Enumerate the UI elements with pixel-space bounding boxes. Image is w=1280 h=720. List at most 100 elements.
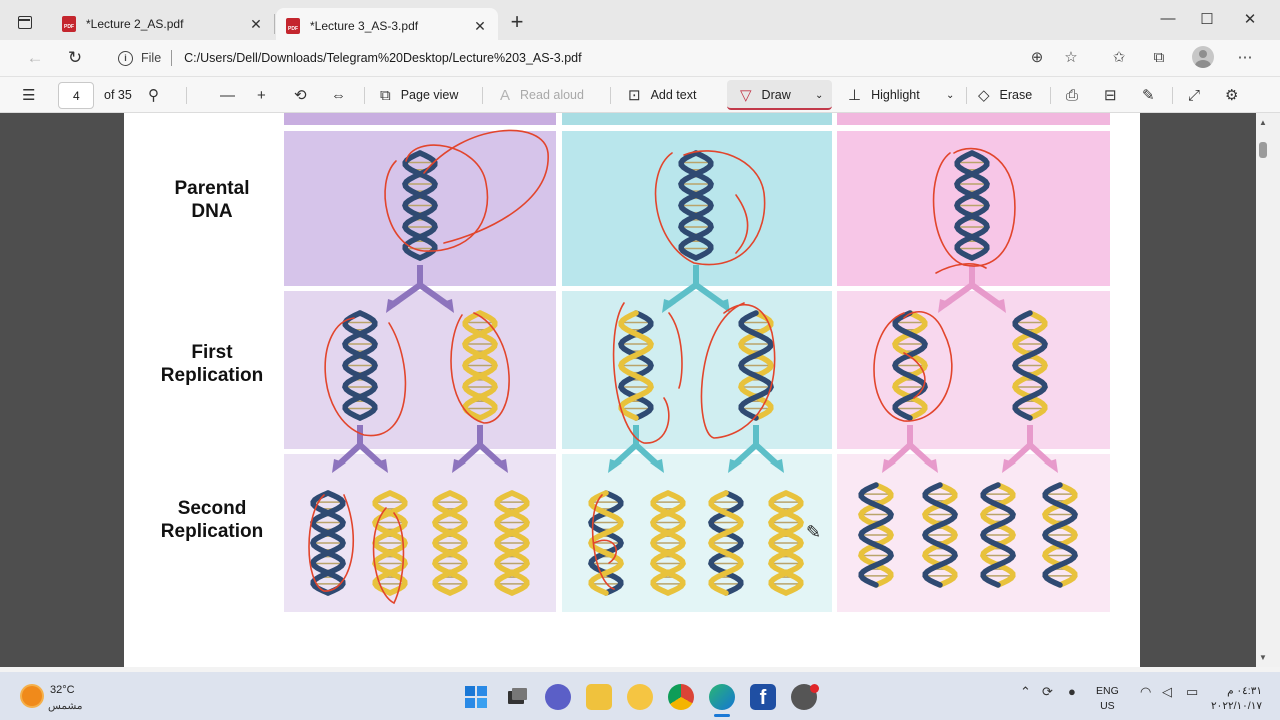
search-button[interactable]: ⚲ [148, 77, 169, 113]
column-header-strip [562, 113, 832, 125]
pdf-viewport[interactable]: Parental DNA First Replication Second Replica… [0, 113, 1256, 667]
weather-description[interactable]: مشمس [48, 700, 82, 712]
page-view-button[interactable]: ⧉ Page view [380, 77, 458, 113]
scroll-down-arrow-icon[interactable]: ▼ [1259, 653, 1267, 662]
toolbar-separator [364, 87, 365, 104]
read-aloud-button[interactable]: A Read aloud [500, 77, 584, 113]
save-icon: ⊟ [1104, 87, 1117, 104]
eraser-icon: ◇ [978, 87, 990, 104]
active-app-indicator [714, 714, 730, 717]
highlight-options-chevron[interactable]: ⌄ [946, 77, 954, 113]
more-options-icon[interactable]: ⋯ [1234, 48, 1256, 68]
minimize-button[interactable]: — [1155, 10, 1181, 30]
printer-icon: ⎙ [1066, 86, 1079, 104]
close-window-button[interactable]: ✕ [1237, 10, 1263, 30]
page-view-label: Page view [400, 88, 459, 102]
facebook-icon[interactable]: f [750, 684, 776, 710]
figure-cell [837, 291, 1110, 449]
file-explorer-icon[interactable] [586, 684, 612, 710]
back-arrow-icon[interactable]: ← [24, 48, 46, 68]
plus-icon: + [257, 86, 266, 104]
scroll-thumb[interactable] [1259, 142, 1267, 158]
language-indicator[interactable]: ENG US [1096, 684, 1119, 714]
tab-divider [274, 14, 275, 34]
print-button[interactable]: ⎙ [1066, 77, 1088, 113]
add-favorite-icon[interactable]: ☆ [1060, 48, 1082, 68]
lang-region: US [1100, 700, 1115, 712]
page-total: of 35 [104, 88, 132, 102]
battery-icon[interactable]: ▭ [1186, 684, 1198, 700]
save-button[interactable]: ⊟ [1104, 77, 1127, 113]
rotate-button[interactable]: ⟲ [294, 77, 317, 113]
clock[interactable]: ٠٤:٣١ م ٢٠٢٢/١٠/١٧ [1210, 684, 1262, 714]
pdf-file-icon: PDF [62, 16, 76, 32]
scheme-label: File [141, 51, 162, 65]
teams-chat-icon[interactable] [545, 684, 571, 710]
toolbar-separator [966, 87, 967, 104]
zoom-in-button[interactable]: + [257, 77, 276, 113]
task-view-icon[interactable] [504, 684, 530, 710]
url-text[interactable]: C:/Users/Dell/Downloads/Telegram%20Deskt… [184, 51, 581, 65]
save-as-icon: ✎ [1142, 87, 1155, 104]
erase-label: Erase [999, 88, 1033, 102]
tab-title: *Lecture 3_AS-3.pdf [310, 19, 419, 33]
clock-date: ٢٠٢٢/١٠/١٧ [1211, 700, 1262, 712]
sync-icon[interactable]: ⟳ [1042, 684, 1053, 700]
draw-button[interactable]: ▽ Draw [740, 77, 791, 113]
maximize-button[interactable]: ☐ [1194, 10, 1220, 30]
pdf-toolbar: ☰ 4 of 35 ⚲ — + ⟲ ⇔ ⧉ Page view A Read alo… [0, 76, 1280, 113]
new-tab-button[interactable]: + [506, 11, 528, 34]
start-windows-icon[interactable] [463, 684, 489, 710]
add-text-button[interactable]: ⊡ Add text [628, 77, 696, 113]
close-tab-icon[interactable]: ✕ [248, 16, 264, 33]
toolbar-separator [1050, 87, 1051, 104]
tab-lecture-2[interactable]: PDF *Lecture 2_AS.pdf ✕ [52, 8, 274, 40]
read-aloud-icon: A [500, 86, 511, 104]
sun-icon[interactable] [22, 686, 42, 706]
lang-code: ENG [1096, 685, 1119, 697]
profile-avatar[interactable] [1192, 46, 1214, 68]
zoom-out-button[interactable]: — [220, 77, 245, 113]
vertical-scrollbar[interactable] [1256, 113, 1280, 667]
address-field[interactable]: i File C:/Users/Dell/Downloads/Telegram%… [104, 43, 1094, 73]
tab-lecture-3[interactable]: PDF *Lecture 3_AS-3.pdf ✕ [276, 8, 498, 44]
gear-icon: ⚙ [1225, 87, 1239, 104]
column-header-strip [284, 113, 556, 125]
pdf-file-icon: PDF [286, 18, 300, 34]
info-icon[interactable]: i [118, 50, 133, 66]
close-tab-icon[interactable]: ✕ [472, 18, 488, 35]
read-aloud-label: Read aloud [520, 88, 584, 102]
favorites-icon[interactable]: ✩ [1108, 48, 1130, 68]
microphone-icon[interactable]: ● [1068, 684, 1076, 699]
fit-page-button[interactable]: ⇔ [331, 77, 356, 113]
dna-replication-figure: ParentalDNAFirstReplicationSecondReplica… [161, 113, 1110, 612]
weather-temperature[interactable]: 32°C [50, 684, 75, 696]
pencil-cursor-icon: ✎ [806, 522, 821, 543]
contents-button[interactable]: ☰ [22, 77, 45, 113]
clock-time: ٠٤:٣١ م [1227, 685, 1262, 697]
row-label: Replication [161, 521, 263, 542]
erase-button[interactable]: ◇ Erase [978, 77, 1032, 113]
save-as-button[interactable]: ✎ [1142, 77, 1165, 113]
zoom-icon[interactable]: ⊕ [1026, 48, 1048, 68]
collections-icon[interactable]: ⧉ [1148, 48, 1170, 68]
list-icon: ☰ [22, 87, 36, 104]
weather-widget-icon[interactable] [627, 684, 653, 710]
chevron-up-icon[interactable]: ⌃ [1020, 684, 1031, 700]
chrome-icon[interactable] [668, 684, 694, 710]
scroll-up-arrow-icon[interactable]: ▲ [1259, 118, 1267, 127]
full-screen-button[interactable]: ⤢ [1188, 77, 1210, 113]
draw-options-chevron[interactable]: ⌄ [815, 77, 823, 113]
address-bar-row: ← ↻ i File C:/Users/Dell/Downloads/Teleg… [0, 40, 1280, 76]
settings-button[interactable]: ⚙ [1225, 77, 1248, 113]
highlight-button[interactable]: ⊥ Highlight [848, 77, 920, 113]
refresh-icon[interactable]: ↻ [64, 48, 86, 68]
edge-icon[interactable] [709, 684, 735, 710]
draw-label: Draw [761, 88, 791, 102]
page-number-input[interactable]: 4 [58, 82, 94, 109]
wifi-icon[interactable]: ◠ [1140, 684, 1151, 700]
chevron-down-icon: ⌄ [815, 89, 824, 101]
rotate-icon: ⟲ [294, 87, 307, 104]
tab-actions-icon[interactable] [14, 12, 36, 34]
volume-icon[interactable]: ◁ [1162, 684, 1172, 700]
